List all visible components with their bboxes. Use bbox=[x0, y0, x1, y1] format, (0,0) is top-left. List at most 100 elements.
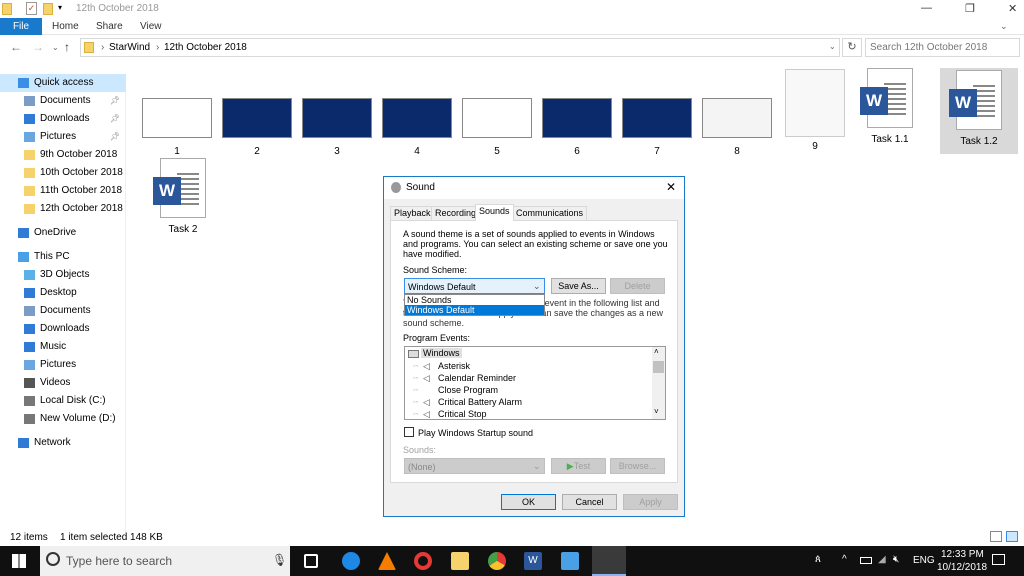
event-item[interactable]: ┈ Close Program bbox=[413, 385, 498, 396]
large-icons-view-button[interactable] bbox=[1006, 531, 1018, 542]
sidebar-item[interactable]: Downloads bbox=[0, 320, 126, 338]
event-item[interactable]: ┈ ◁ Calendar Reminder bbox=[413, 373, 516, 384]
file-item[interactable]: 5 bbox=[462, 98, 532, 157]
close-icon[interactable]: ✕ bbox=[666, 180, 676, 194]
recent-locations-button[interactable]: ⌄ bbox=[52, 43, 59, 52]
option-windows-default[interactable]: Windows Default bbox=[405, 305, 544, 315]
people-icon[interactable]: ጰ bbox=[815, 554, 821, 565]
test-button[interactable]: ▶Test bbox=[551, 458, 606, 474]
properties-icon[interactable]: ✓ bbox=[26, 2, 37, 15]
sidebar-item[interactable]: 9th October 2018 bbox=[0, 146, 126, 164]
sidebar-item[interactable]: 12th October 2018 bbox=[0, 200, 126, 218]
refresh-button[interactable]: ↻ bbox=[842, 38, 862, 57]
sidebar-item[interactable]: New Volume (D:) bbox=[0, 410, 126, 428]
clock-time[interactable]: 12:33 PM bbox=[941, 549, 984, 560]
file-item[interactable]: W Task 1.1 bbox=[851, 68, 929, 145]
file-item[interactable]: W Task 2 bbox=[144, 158, 222, 235]
file-item[interactable]: 8 bbox=[702, 98, 772, 157]
file-item[interactable]: 4 bbox=[382, 98, 452, 157]
tab-recording[interactable]: Recording bbox=[431, 206, 481, 220]
tab-share[interactable]: Share bbox=[96, 18, 123, 35]
address-bar[interactable]: › StarWind › 12th October 2018 ⌄ bbox=[80, 38, 840, 57]
file-item[interactable]: 3 bbox=[302, 98, 372, 157]
clock-date[interactable]: 10/12/2018 bbox=[937, 562, 987, 573]
sidebar-item[interactable]: Pictures 📌︎ bbox=[0, 128, 126, 146]
microphone-icon[interactable]: 🎙 bbox=[272, 553, 287, 567]
sidebar-item[interactable]: Documents 📌︎ bbox=[0, 92, 126, 110]
new-folder-icon[interactable] bbox=[43, 3, 53, 15]
file-item[interactable]: W Task 1.2 bbox=[940, 68, 1018, 154]
sidebar-item[interactable]: 10th October 2018 bbox=[0, 164, 126, 182]
sidebar-item[interactable]: Music bbox=[0, 338, 126, 356]
event-group-windows[interactable]: Windows bbox=[421, 348, 462, 358]
opera-icon[interactable] bbox=[414, 552, 432, 570]
events-scrollbar[interactable]: ˄ ˅ bbox=[652, 347, 665, 419]
scroll-up-icon[interactable]: ˄ bbox=[654, 347, 659, 356]
program-events-list[interactable]: Windows ˄ ˅ ┈ ◁ Asterisk ┈ ◁ Calendar Reminde… bbox=[404, 346, 666, 420]
file-item[interactable]: 1 bbox=[142, 98, 212, 157]
tab-view[interactable]: View bbox=[140, 18, 162, 35]
action-center-icon[interactable] bbox=[992, 554, 1005, 565]
show-hidden-icons[interactable]: ^ bbox=[842, 554, 847, 565]
edge-icon[interactable] bbox=[342, 552, 360, 570]
chrome-icon[interactable] bbox=[488, 552, 506, 570]
taskbar-search[interactable]: Type here to search 🎙 bbox=[40, 546, 290, 576]
task-view-icon[interactable] bbox=[304, 554, 318, 568]
tab-file[interactable]: File bbox=[0, 18, 42, 35]
event-item[interactable]: ┈ ◁ Critical Battery Alarm bbox=[413, 397, 522, 408]
tab-sounds[interactable]: Sounds bbox=[475, 204, 514, 221]
battery-icon[interactable] bbox=[860, 557, 872, 564]
startup-sound-checkbox[interactable] bbox=[404, 427, 414, 437]
volume-muted-icon[interactable]: 🔇︎ bbox=[893, 554, 899, 565]
breadcrumb-starwind[interactable]: StarWind bbox=[109, 42, 150, 53]
search-input[interactable]: Search 12th October 2018 bbox=[865, 38, 1020, 57]
customize-quick-access-icon[interactable]: ▾ bbox=[58, 3, 62, 12]
pin-icon[interactable]: 📌︎ bbox=[110, 92, 120, 110]
sidebar-item[interactable]: Local Disk (C:) bbox=[0, 392, 126, 410]
sidebar-item[interactable]: Videos bbox=[0, 374, 126, 392]
file-item[interactable]: 9 bbox=[785, 69, 845, 152]
scheme-select[interactable]: Windows Default ⌄ bbox=[404, 278, 545, 294]
minimize-button[interactable]: — bbox=[921, 2, 932, 14]
browse-button[interactable]: Browse... bbox=[610, 458, 665, 474]
back-button[interactable]: ← bbox=[10, 40, 22, 54]
file-item[interactable]: 6 bbox=[542, 98, 612, 157]
maximize-button[interactable]: ❐ bbox=[965, 2, 975, 15]
file-item[interactable]: 2 bbox=[222, 98, 292, 157]
tab-communications[interactable]: Communications bbox=[512, 206, 588, 220]
tab-home[interactable]: Home bbox=[52, 18, 79, 35]
language-indicator[interactable]: ENG bbox=[913, 555, 935, 566]
sidebar-item[interactable]: Quick access bbox=[0, 74, 126, 92]
scroll-down-icon[interactable]: ˅ bbox=[654, 407, 659, 416]
sidebar-item[interactable]: 11th October 2018 bbox=[0, 182, 126, 200]
start-button[interactable] bbox=[12, 554, 26, 568]
tab-playback[interactable]: Playback bbox=[390, 206, 435, 220]
sounds-select[interactable]: (None) ⌄ bbox=[404, 458, 545, 474]
delete-button[interactable]: Delete bbox=[610, 278, 665, 294]
sidebar-item[interactable]: Downloads 📌︎ bbox=[0, 110, 126, 128]
event-item[interactable]: ┈ ◁ Asterisk bbox=[413, 361, 470, 372]
apply-button[interactable]: Apply bbox=[623, 494, 678, 510]
file-explorer-icon[interactable] bbox=[451, 552, 469, 570]
remote-desktop-icon[interactable] bbox=[561, 552, 579, 570]
up-button[interactable]: ↑ bbox=[64, 40, 70, 54]
option-no-sounds[interactable]: No Sounds bbox=[405, 295, 544, 305]
sidebar-item[interactable]: Network bbox=[0, 434, 126, 452]
vlc-icon[interactable] bbox=[378, 552, 396, 570]
sound-settings-taskbar-button[interactable] bbox=[592, 546, 626, 576]
save-as-button[interactable]: Save As... bbox=[551, 278, 606, 294]
sidebar-item[interactable]: This PC bbox=[0, 248, 126, 266]
scrollbar-thumb[interactable] bbox=[653, 361, 664, 373]
sidebar-item[interactable]: Documents bbox=[0, 302, 126, 320]
word-icon[interactable]: W bbox=[524, 552, 542, 570]
close-button[interactable]: ✕ bbox=[1008, 2, 1017, 15]
pin-icon[interactable]: 📌︎ bbox=[110, 110, 120, 128]
event-item[interactable]: ┈ ◁ Critical Stop bbox=[413, 409, 487, 420]
sidebar-item[interactable]: 3D Objects bbox=[0, 266, 126, 284]
forward-button[interactable]: → bbox=[32, 40, 44, 54]
file-item[interactable]: 7 bbox=[622, 98, 692, 157]
cancel-button[interactable]: Cancel bbox=[562, 494, 617, 510]
sidebar-item[interactable]: Desktop bbox=[0, 284, 126, 302]
expand-ribbon-icon[interactable]: ⌄ bbox=[1000, 21, 1008, 32]
ok-button[interactable]: OK bbox=[501, 494, 556, 510]
